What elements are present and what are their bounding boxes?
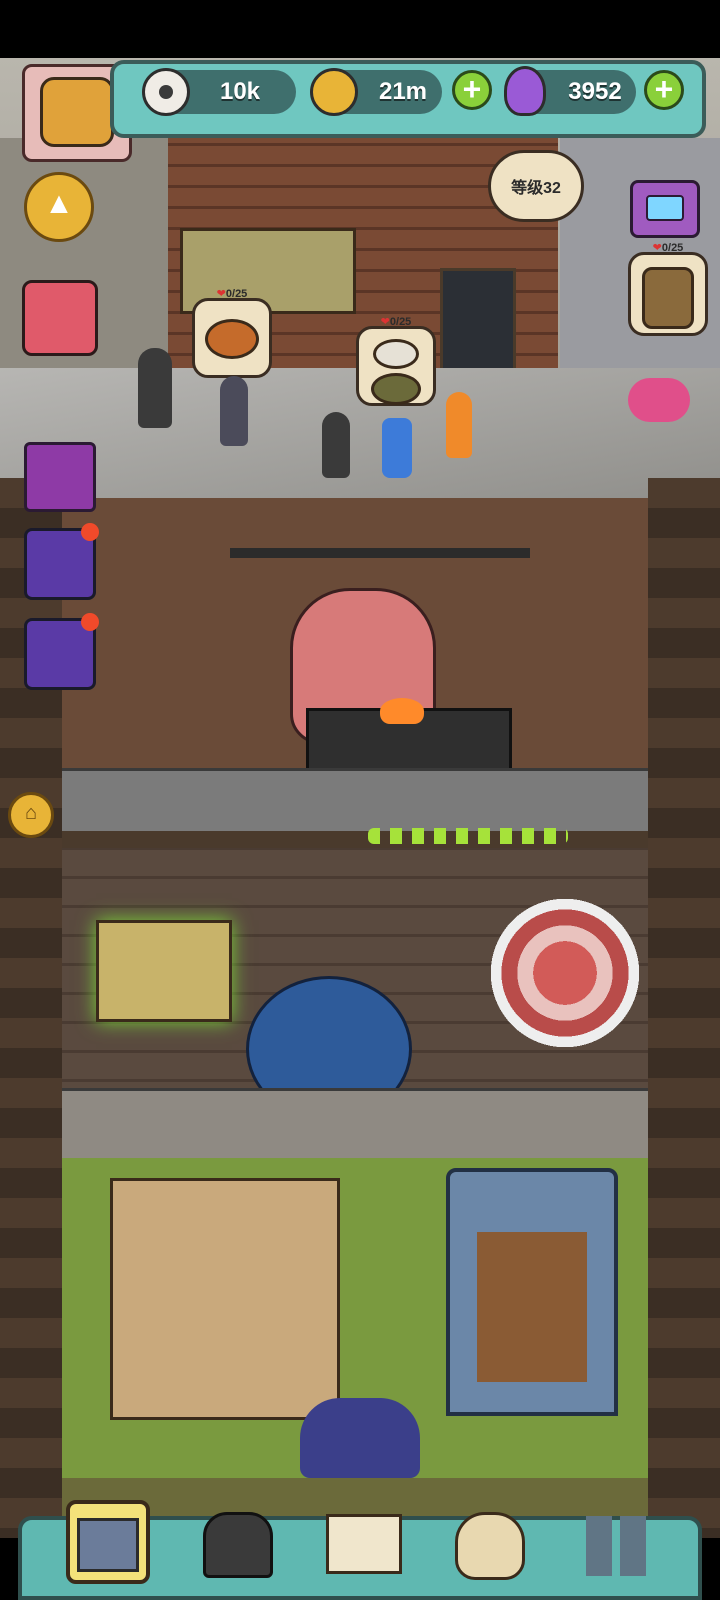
- iron-gate[interactable]: [446, 1168, 618, 1416]
- nav-book-button[interactable]: [322, 1500, 406, 1584]
- add-potion-button[interactable]: +: [644, 70, 684, 110]
- dish-icon: [371, 373, 421, 405]
- home-icon: ⌂: [24, 802, 38, 824]
- backpack-icon: [642, 267, 694, 329]
- order-bubble-2[interactable]: [356, 326, 436, 406]
- coin-sack-icon: [455, 1512, 525, 1580]
- gift-button[interactable]: [24, 613, 99, 690]
- add-coins-button[interactable]: +: [452, 70, 492, 110]
- customer-character: [446, 392, 472, 458]
- level-bubble[interactable]: 等级32: [488, 150, 584, 222]
- status-bar: [0, 0, 720, 58]
- robot-character: [382, 418, 412, 478]
- lab-floor: [62, 1088, 648, 1161]
- kitchen-shelf: [230, 548, 530, 558]
- tv-icon: [646, 195, 684, 221]
- game-scene[interactable]: 等级32 ❤0/25 ❤0/25 ❤0/25 ▲ ⌂: [0, 58, 720, 1538]
- grid-menu-icon: [586, 1516, 646, 1576]
- plus-icon: +: [462, 71, 482, 107]
- video-ad-button[interactable]: [630, 180, 700, 238]
- order-bubble-1[interactable]: [192, 298, 272, 378]
- notification-dot: [81, 613, 99, 631]
- fire-icon: [380, 698, 424, 724]
- monster-gate-icon: [203, 1512, 273, 1578]
- spellbook-lectern: [96, 920, 232, 1022]
- gift-box-button[interactable]: [22, 280, 98, 356]
- customer-character: [220, 376, 248, 446]
- pizza-icon: [205, 319, 259, 359]
- book-icon: [326, 1514, 402, 1574]
- monster-character: [628, 378, 690, 422]
- kitchen-floor: [62, 768, 648, 831]
- nav-grid-menu-button[interactable]: [574, 1500, 658, 1584]
- nav-coin-sack-button[interactable]: [448, 1500, 532, 1584]
- gift-button[interactable]: [24, 523, 99, 600]
- right-dirt-wall: [648, 478, 720, 1538]
- eyeball-icon: [142, 68, 190, 116]
- portal-vortex[interactable]: [490, 898, 640, 1048]
- eyeball-value: 10k: [219, 78, 261, 105]
- scroll-up-button[interactable]: ▲: [24, 172, 94, 242]
- nav-monster-gate-button[interactable]: [196, 1500, 280, 1584]
- order-bubble-3[interactable]: [628, 252, 708, 336]
- potion-icon: [504, 66, 546, 116]
- potion-value: 3952: [568, 78, 622, 105]
- plus-icon: +: [654, 71, 674, 107]
- customer-character: [138, 348, 172, 428]
- level-label: 等级32: [511, 180, 561, 197]
- progress-lights: [368, 828, 568, 844]
- up-arrow-icon: ▲: [44, 187, 74, 220]
- coin-icon: [310, 68, 358, 116]
- cards-button[interactable]: [24, 442, 96, 512]
- gate-door: [477, 1232, 587, 1382]
- customer-character: [322, 412, 350, 478]
- loot-pile[interactable]: [300, 1398, 420, 1478]
- treasure-map[interactable]: [110, 1178, 340, 1420]
- building-icon: [77, 1518, 139, 1572]
- home-button[interactable]: ⌂: [8, 792, 54, 838]
- soup-plate-icon: [373, 339, 419, 369]
- coin-value: 21m: [378, 78, 428, 105]
- building-window: [440, 268, 516, 384]
- nav-building-button[interactable]: [66, 1500, 150, 1584]
- notification-dot: [81, 523, 99, 541]
- avatar-icon: [40, 77, 114, 147]
